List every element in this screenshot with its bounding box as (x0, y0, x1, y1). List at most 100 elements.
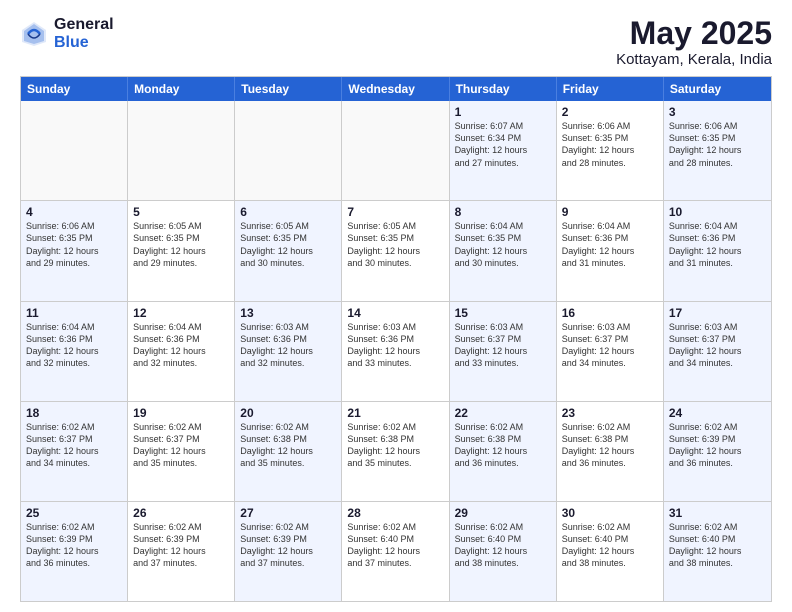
week-row-2: 4Sunrise: 6:06 AM Sunset: 6:35 PM Daylig… (21, 200, 771, 300)
day-cell-1: 1Sunrise: 6:07 AM Sunset: 6:34 PM Daylig… (450, 101, 557, 200)
calendar: SundayMondayTuesdayWednesdayThursdayFrid… (20, 76, 772, 602)
page: General Blue May 2025 Kottayam, Kerala, … (0, 0, 792, 612)
day-number: 5 (133, 205, 229, 219)
month-title: May 2025 (616, 16, 772, 51)
logo-text: General Blue (54, 16, 114, 51)
day-number: 7 (347, 205, 443, 219)
day-cell-12: 12Sunrise: 6:04 AM Sunset: 6:36 PM Dayli… (128, 302, 235, 401)
day-cell-31: 31Sunrise: 6:02 AM Sunset: 6:40 PM Dayli… (664, 502, 771, 601)
day-info: Sunrise: 6:04 AM Sunset: 6:36 PM Dayligh… (669, 220, 766, 269)
day-cell-26: 26Sunrise: 6:02 AM Sunset: 6:39 PM Dayli… (128, 502, 235, 601)
day-number: 11 (26, 306, 122, 320)
day-number: 21 (347, 406, 443, 420)
day-number: 15 (455, 306, 551, 320)
empty-cell (235, 101, 342, 200)
empty-cell (342, 101, 449, 200)
day-info: Sunrise: 6:03 AM Sunset: 6:37 PM Dayligh… (455, 321, 551, 370)
logo-general-text: General (54, 16, 114, 34)
day-info: Sunrise: 6:02 AM Sunset: 6:39 PM Dayligh… (669, 421, 766, 470)
logo-blue-text: Blue (54, 34, 114, 52)
day-number: 4 (26, 205, 122, 219)
day-info: Sunrise: 6:03 AM Sunset: 6:36 PM Dayligh… (240, 321, 336, 370)
day-cell-11: 11Sunrise: 6:04 AM Sunset: 6:36 PM Dayli… (21, 302, 128, 401)
day-info: Sunrise: 6:05 AM Sunset: 6:35 PM Dayligh… (240, 220, 336, 269)
day-header-saturday: Saturday (664, 77, 771, 101)
day-number: 20 (240, 406, 336, 420)
day-number: 24 (669, 406, 766, 420)
day-cell-6: 6Sunrise: 6:05 AM Sunset: 6:35 PM Daylig… (235, 201, 342, 300)
day-header-tuesday: Tuesday (235, 77, 342, 101)
day-info: Sunrise: 6:02 AM Sunset: 6:40 PM Dayligh… (669, 521, 766, 570)
day-number: 29 (455, 506, 551, 520)
day-number: 16 (562, 306, 658, 320)
day-cell-18: 18Sunrise: 6:02 AM Sunset: 6:37 PM Dayli… (21, 402, 128, 501)
day-cell-30: 30Sunrise: 6:02 AM Sunset: 6:40 PM Dayli… (557, 502, 664, 601)
day-info: Sunrise: 6:04 AM Sunset: 6:35 PM Dayligh… (455, 220, 551, 269)
day-cell-15: 15Sunrise: 6:03 AM Sunset: 6:37 PM Dayli… (450, 302, 557, 401)
day-number: 27 (240, 506, 336, 520)
day-cell-20: 20Sunrise: 6:02 AM Sunset: 6:38 PM Dayli… (235, 402, 342, 501)
day-cell-25: 25Sunrise: 6:02 AM Sunset: 6:39 PM Dayli… (21, 502, 128, 601)
day-info: Sunrise: 6:03 AM Sunset: 6:37 PM Dayligh… (669, 321, 766, 370)
week-row-5: 25Sunrise: 6:02 AM Sunset: 6:39 PM Dayli… (21, 501, 771, 601)
day-info: Sunrise: 6:02 AM Sunset: 6:39 PM Dayligh… (133, 521, 229, 570)
day-header-sunday: Sunday (21, 77, 128, 101)
day-info: Sunrise: 6:04 AM Sunset: 6:36 PM Dayligh… (562, 220, 658, 269)
day-number: 31 (669, 506, 766, 520)
day-info: Sunrise: 6:03 AM Sunset: 6:36 PM Dayligh… (347, 321, 443, 370)
day-number: 28 (347, 506, 443, 520)
day-number: 2 (562, 105, 658, 119)
week-row-3: 11Sunrise: 6:04 AM Sunset: 6:36 PM Dayli… (21, 301, 771, 401)
day-header-friday: Friday (557, 77, 664, 101)
empty-cell (21, 101, 128, 200)
day-info: Sunrise: 6:02 AM Sunset: 6:39 PM Dayligh… (26, 521, 122, 570)
day-info: Sunrise: 6:05 AM Sunset: 6:35 PM Dayligh… (347, 220, 443, 269)
day-number: 23 (562, 406, 658, 420)
day-info: Sunrise: 6:04 AM Sunset: 6:36 PM Dayligh… (26, 321, 122, 370)
day-info: Sunrise: 6:02 AM Sunset: 6:37 PM Dayligh… (26, 421, 122, 470)
day-info: Sunrise: 6:02 AM Sunset: 6:38 PM Dayligh… (455, 421, 551, 470)
day-info: Sunrise: 6:04 AM Sunset: 6:36 PM Dayligh… (133, 321, 229, 370)
day-cell-13: 13Sunrise: 6:03 AM Sunset: 6:36 PM Dayli… (235, 302, 342, 401)
day-cell-9: 9Sunrise: 6:04 AM Sunset: 6:36 PM Daylig… (557, 201, 664, 300)
day-cell-22: 22Sunrise: 6:02 AM Sunset: 6:38 PM Dayli… (450, 402, 557, 501)
day-header-wednesday: Wednesday (342, 77, 449, 101)
day-info: Sunrise: 6:06 AM Sunset: 6:35 PM Dayligh… (562, 120, 658, 169)
day-info: Sunrise: 6:07 AM Sunset: 6:34 PM Dayligh… (455, 120, 551, 169)
day-info: Sunrise: 6:06 AM Sunset: 6:35 PM Dayligh… (669, 120, 766, 169)
empty-cell (128, 101, 235, 200)
logo: General Blue (20, 16, 114, 51)
day-cell-21: 21Sunrise: 6:02 AM Sunset: 6:38 PM Dayli… (342, 402, 449, 501)
calendar-body: 1Sunrise: 6:07 AM Sunset: 6:34 PM Daylig… (21, 101, 771, 601)
location: Kottayam, Kerala, India (616, 51, 772, 68)
week-row-1: 1Sunrise: 6:07 AM Sunset: 6:34 PM Daylig… (21, 101, 771, 200)
header: General Blue May 2025 Kottayam, Kerala, … (20, 16, 772, 68)
day-number: 22 (455, 406, 551, 420)
week-row-4: 18Sunrise: 6:02 AM Sunset: 6:37 PM Dayli… (21, 401, 771, 501)
day-number: 6 (240, 205, 336, 219)
day-number: 17 (669, 306, 766, 320)
day-number: 9 (562, 205, 658, 219)
day-info: Sunrise: 6:02 AM Sunset: 6:40 PM Dayligh… (562, 521, 658, 570)
day-number: 18 (26, 406, 122, 420)
day-cell-14: 14Sunrise: 6:03 AM Sunset: 6:36 PM Dayli… (342, 302, 449, 401)
day-cell-5: 5Sunrise: 6:05 AM Sunset: 6:35 PM Daylig… (128, 201, 235, 300)
day-cell-4: 4Sunrise: 6:06 AM Sunset: 6:35 PM Daylig… (21, 201, 128, 300)
day-cell-27: 27Sunrise: 6:02 AM Sunset: 6:39 PM Dayli… (235, 502, 342, 601)
day-header-monday: Monday (128, 77, 235, 101)
day-info: Sunrise: 6:03 AM Sunset: 6:37 PM Dayligh… (562, 321, 658, 370)
day-number: 30 (562, 506, 658, 520)
day-cell-3: 3Sunrise: 6:06 AM Sunset: 6:35 PM Daylig… (664, 101, 771, 200)
day-info: Sunrise: 6:02 AM Sunset: 6:38 PM Dayligh… (562, 421, 658, 470)
day-number: 14 (347, 306, 443, 320)
day-cell-28: 28Sunrise: 6:02 AM Sunset: 6:40 PM Dayli… (342, 502, 449, 601)
day-cell-23: 23Sunrise: 6:02 AM Sunset: 6:38 PM Dayli… (557, 402, 664, 501)
day-info: Sunrise: 6:02 AM Sunset: 6:40 PM Dayligh… (347, 521, 443, 570)
day-number: 8 (455, 205, 551, 219)
logo-icon (20, 20, 48, 48)
day-number: 1 (455, 105, 551, 119)
day-cell-17: 17Sunrise: 6:03 AM Sunset: 6:37 PM Dayli… (664, 302, 771, 401)
day-number: 26 (133, 506, 229, 520)
day-cell-8: 8Sunrise: 6:04 AM Sunset: 6:35 PM Daylig… (450, 201, 557, 300)
day-cell-16: 16Sunrise: 6:03 AM Sunset: 6:37 PM Dayli… (557, 302, 664, 401)
